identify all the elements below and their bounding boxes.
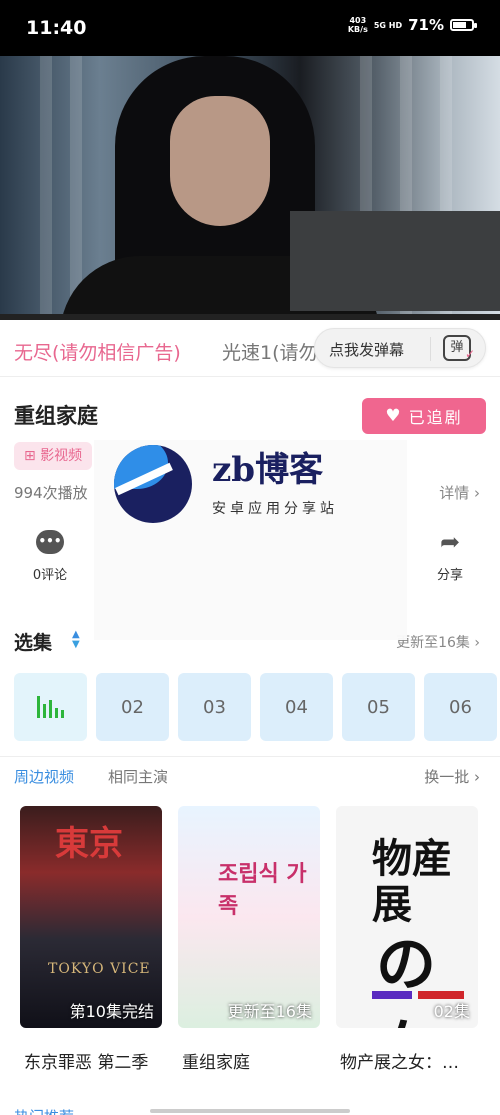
watermark-title: zb博客 [212, 450, 324, 490]
card-title[interactable]: 东京罪恶 第二季 [24, 1048, 148, 1073]
check-icon: ✓ [464, 347, 475, 361]
related-card-poster[interactable]: 東京 TOKYO VICE 第10集完结 [20, 806, 162, 1028]
battery-icon [450, 19, 477, 31]
source-tab-active[interactable]: 无尽(请勿相信广告) [14, 338, 181, 365]
network-speed: 403 KB/s [347, 16, 368, 34]
detail-link[interactable]: 详情 › [439, 482, 480, 503]
chevron-right-icon: › [474, 484, 480, 502]
sort-icon[interactable]: ▲ ▼ [72, 630, 80, 650]
follow-label: 已追剧 [408, 408, 463, 427]
divider [0, 756, 500, 757]
episode-list: 02 03 04 05 06 [14, 673, 500, 741]
curtain-stripe [70, 56, 82, 320]
share-button[interactable]: ➦ 分享 [415, 530, 485, 583]
section-title-cut: 热门推荐 [14, 1106, 74, 1115]
category-tag[interactable]: ⊞ 影视频 [14, 442, 93, 470]
share-label: 分享 [436, 568, 463, 583]
comment-label: 0评论 [32, 568, 68, 583]
episodes-title: 选集 [14, 632, 53, 654]
comment-icon: ••• [36, 530, 64, 554]
card-badge: 第10集完结 [69, 1002, 154, 1021]
heart-icon: ♥ [385, 406, 403, 426]
signal-icon: 5G HD [373, 20, 403, 30]
play-count: 994次播放 [14, 484, 88, 502]
related-card-poster[interactable]: 조립식 가족 更新至16集 [178, 806, 320, 1028]
grid-icon: ⊞ [24, 448, 41, 464]
danmu-input[interactable]: 点我发弹幕 弹 ✓ [314, 328, 486, 368]
episode-item[interactable]: 06 [424, 673, 497, 741]
card-badge: 更新至16集 [227, 1002, 312, 1021]
video-progress-bar[interactable] [0, 314, 500, 320]
show-title: 重组家庭 [14, 404, 98, 428]
playing-indicator-icon [37, 696, 64, 718]
episode-item[interactable]: 03 [178, 673, 251, 741]
video-frame-laptop [290, 211, 500, 311]
chevron-right-icon: › [474, 635, 480, 651]
share-icon: ➦ [439, 528, 461, 556]
card-title[interactable]: 重组家庭 [182, 1048, 250, 1073]
danmu-toggle-icon[interactable]: 弹 ✓ [443, 335, 475, 361]
chevron-right-icon: › [474, 768, 480, 786]
refresh-button[interactable]: 换一批 › [424, 766, 480, 787]
danmu-separator [430, 337, 431, 361]
status-bar: 11:40 403 KB/s 5G HD 71% [0, 0, 500, 56]
curtain-stripe [40, 56, 52, 320]
card-title[interactable]: 物产展之女：… [340, 1048, 459, 1073]
card-badge: 02集 [433, 1002, 470, 1021]
video-player[interactable] [0, 56, 500, 320]
watermark-subtitle: 安卓应用分享站 [212, 501, 338, 517]
battery-percent: 71% [408, 16, 444, 34]
episode-item[interactable]: 02 [96, 673, 169, 741]
follow-button[interactable]: ♥ 已追剧 [362, 398, 486, 434]
episode-item[interactable]: 04 [260, 673, 333, 741]
home-indicator[interactable] [150, 1109, 350, 1113]
related-card-poster[interactable]: 物産展 の女 02集 [336, 806, 478, 1028]
danmu-placeholder: 点我发弹幕 [329, 341, 405, 359]
episode-item[interactable]: 05 [342, 673, 415, 741]
divider [0, 376, 500, 377]
tab-nearby-videos[interactable]: 周边视频 [14, 766, 74, 787]
source-row: 无尽(请勿相信广告) 光速1(请勿 点我发弹幕 弹 ✓ [0, 322, 500, 374]
status-time: 11:40 [26, 17, 87, 39]
status-indicators: 403 KB/s 5G HD 71% [347, 16, 477, 34]
source-tab[interactable]: 光速1(请勿 [222, 338, 318, 365]
video-frame-face [170, 96, 270, 226]
episodes-update-link[interactable]: 更新至16集 › [396, 632, 480, 652]
watermark-overlay: zb博客 安卓应用分享站 [94, 440, 407, 640]
watermark-logo-icon [114, 445, 192, 523]
tab-same-actors[interactable]: 相同主演 [108, 766, 168, 787]
episode-item-playing[interactable] [14, 673, 87, 741]
comment-button[interactable]: ••• 0评论 [15, 530, 85, 583]
